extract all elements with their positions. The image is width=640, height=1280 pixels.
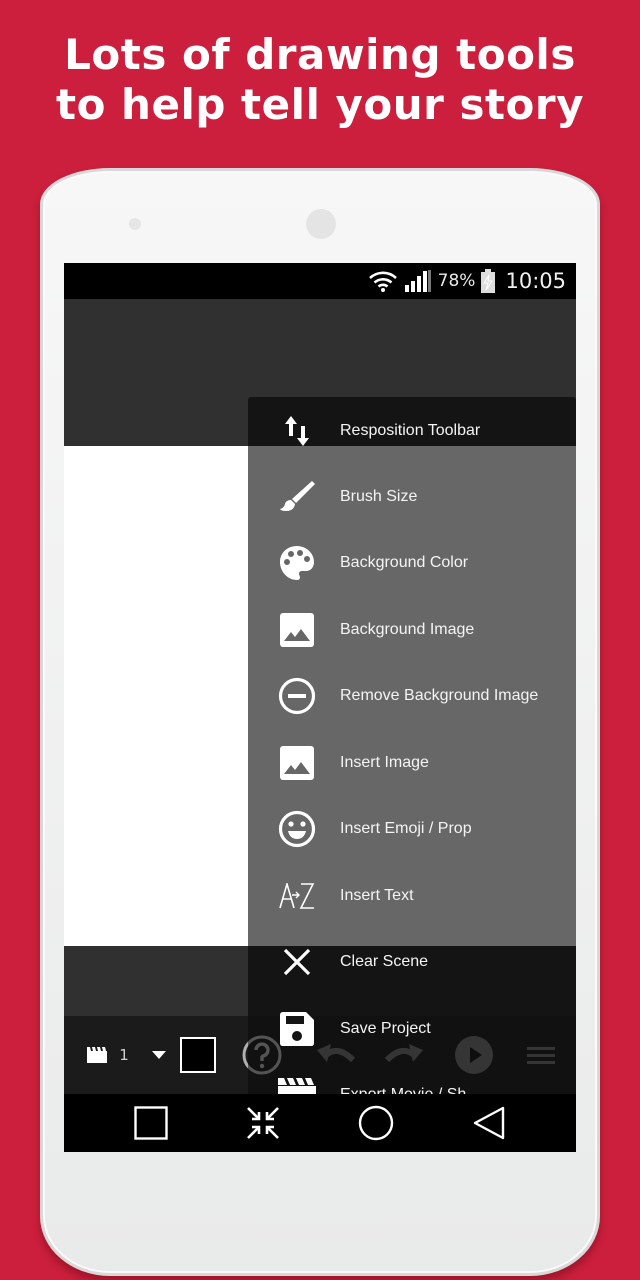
brush-icon	[248, 479, 340, 515]
headline: Lots of drawing tools to help tell your …	[0, 30, 640, 130]
menu-item-label: Resposition Toolbar	[340, 422, 481, 439]
wifi-icon	[368, 270, 398, 292]
headline-line-2: to help tell your story	[56, 80, 584, 129]
menu-item-label: Export Movie / Sh	[340, 1086, 466, 1094]
menu-item-label: Insert Image	[340, 754, 429, 771]
menu-item-insert-text[interactable]: Insert Text	[248, 863, 576, 929]
tools-menu: Resposition Toolbar Brush Size Backgroun…	[248, 397, 576, 1094]
close-x-icon	[248, 948, 340, 976]
clock: 10:05	[505, 269, 566, 293]
battery-charging-icon	[481, 269, 496, 293]
menu-item-insert-image[interactable]: Insert Image	[248, 730, 576, 796]
palette-icon	[248, 545, 340, 581]
smiley-icon	[248, 810, 340, 848]
back-icon[interactable]	[464, 1094, 514, 1152]
recent-apps-icon[interactable]	[126, 1094, 176, 1152]
earpiece-speaker	[306, 209, 336, 239]
menu-item-clear-scene[interactable]: Clear Scene	[248, 929, 576, 995]
color-swatch-button[interactable]	[180, 1016, 216, 1094]
menu-item-label: Background Image	[340, 621, 475, 638]
image-icon	[248, 746, 340, 780]
android-nav-bar	[64, 1094, 576, 1152]
clapperboard-icon	[248, 1078, 340, 1094]
exit-fullscreen-icon[interactable]	[238, 1094, 288, 1152]
scene-clapperboard-icon[interactable]	[86, 1016, 108, 1094]
scene-number: 1	[119, 1046, 129, 1064]
menu-item-label: Save Project	[340, 1020, 431, 1037]
color-swatch	[180, 1037, 216, 1073]
menu-item-label: Background Color	[340, 554, 469, 571]
battery-percent: 78%	[437, 271, 476, 291]
menu-item-label: Remove Background Image	[340, 687, 539, 704]
menu-item-reposition-toolbar[interactable]: Resposition Toolbar	[248, 398, 576, 464]
menu-item-save-project[interactable]: Save Project	[248, 996, 576, 1062]
proximity-sensor	[129, 218, 141, 230]
cell-signal-icon	[404, 270, 432, 292]
menu-item-background-image[interactable]: Background Image	[248, 597, 576, 663]
headline-line-1: Lots of drawing tools	[64, 30, 576, 79]
menu-item-export-movie[interactable]: Export Movie / Sh	[248, 1062, 576, 1094]
save-floppy-icon	[248, 1012, 340, 1046]
menu-item-brush-size[interactable]: Brush Size	[248, 464, 576, 530]
phone-screen: 78% 10:05 1 Resposition Toolbar Brush Si…	[64, 263, 576, 1152]
remove-circle-icon	[248, 677, 340, 715]
menu-item-label: Insert Text	[340, 887, 414, 904]
scene-dropdown-icon[interactable]	[150, 1016, 168, 1094]
menu-item-label: Brush Size	[340, 488, 418, 505]
status-bar: 78% 10:05	[64, 263, 576, 299]
reposition-arrows-icon	[248, 414, 340, 448]
text-az-icon	[248, 883, 340, 909]
menu-item-label: Insert Emoji / Prop	[340, 820, 472, 837]
menu-item-remove-background-image[interactable]: Remove Background Image	[248, 663, 576, 729]
menu-item-background-color[interactable]: Background Color	[248, 530, 576, 596]
image-icon	[248, 613, 340, 647]
home-icon[interactable]	[351, 1094, 401, 1152]
menu-item-insert-emoji[interactable]: Insert Emoji / Prop	[248, 796, 576, 862]
menu-item-label: Clear Scene	[340, 953, 429, 970]
